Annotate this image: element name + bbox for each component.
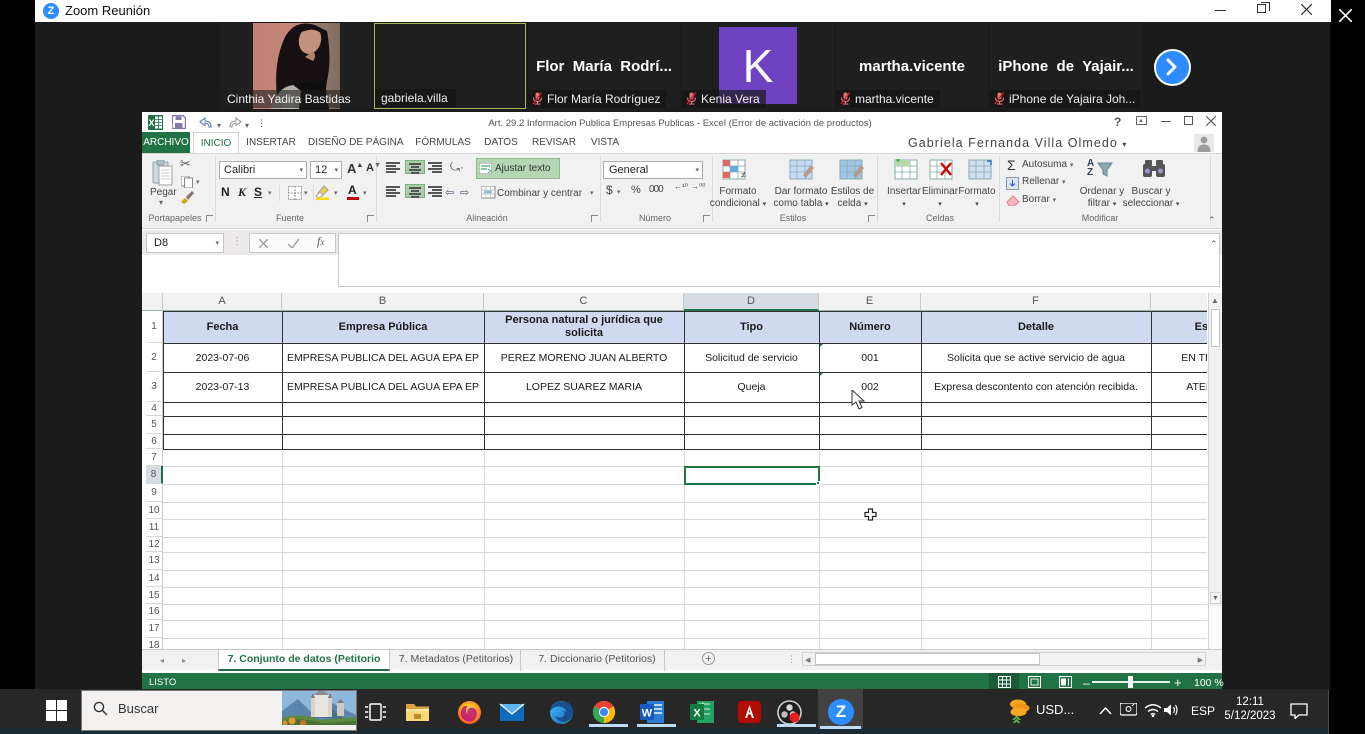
svg-text:X: X	[148, 118, 154, 128]
svg-text:≠: ≠	[741, 170, 746, 180]
svg-text:X: X	[693, 708, 701, 720]
svg-text:W: W	[642, 708, 653, 720]
